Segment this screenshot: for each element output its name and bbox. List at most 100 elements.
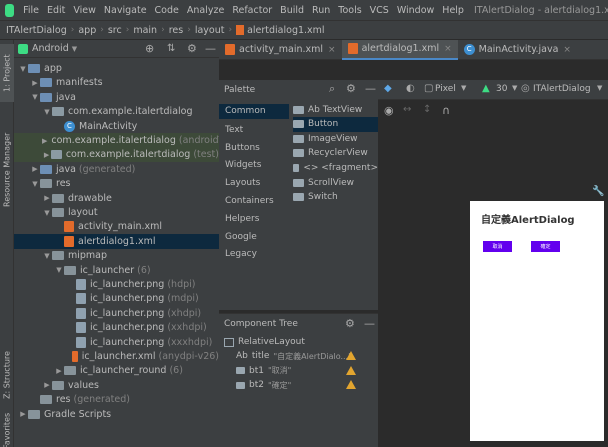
component-tree-root[interactable]: RelativeLayout <box>224 335 305 349</box>
palette-item[interactable]: Button <box>293 116 378 132</box>
crosshair-icon[interactable]: ⊕ <box>145 42 154 55</box>
close-icon[interactable]: × <box>444 44 452 54</box>
palette-category[interactable]: Widgets <box>225 160 261 170</box>
palette-item[interactable]: Switch <box>293 190 378 205</box>
menu-run[interactable]: Run <box>308 5 334 16</box>
resource-manager-tool-tab[interactable]: Resource Manager <box>0 120 14 220</box>
expand-arrow-icon[interactable]: ▼ <box>54 266 64 274</box>
tree-item[interactable]: ▼ java <box>14 90 219 105</box>
menu-navigate[interactable]: Navigate <box>100 5 151 16</box>
palette-category[interactable]: Containers <box>225 196 274 206</box>
tree-item[interactable]: ▶ Gradle Scripts <box>14 407 219 422</box>
theme-selector[interactable]: ITAlertDialog <box>533 84 591 94</box>
gear-icon[interactable]: ⚙ <box>187 42 197 55</box>
palette-category[interactable]: Google <box>225 232 257 242</box>
palette-category[interactable]: Common <box>219 104 289 119</box>
search-icon[interactable]: ⌕ <box>329 82 335 96</box>
tree-item[interactable]: ▶ com.example.italertdialog (androidTe <box>14 133 229 148</box>
tree-item[interactable]: ▶ ic_launcher_round (6) <box>14 363 219 378</box>
palette-item[interactable]: Ab TextView <box>293 102 378 117</box>
collapse-arrow-icon[interactable]: ▶ <box>54 367 64 375</box>
tree-item[interactable]: res (generated) <box>14 392 219 407</box>
tree-item[interactable]: ▶ manifests <box>14 75 219 90</box>
breadcrumb-item[interactable]: app <box>78 25 96 36</box>
menu-window[interactable]: Window <box>393 5 438 16</box>
close-icon[interactable]: × <box>563 45 571 55</box>
menu-help[interactable]: Help <box>438 5 468 16</box>
collapse-arrow-icon[interactable]: ▶ <box>30 79 40 87</box>
structure-tool-tab[interactable]: Z: Structure <box>0 345 14 405</box>
expand-arrow-icon[interactable]: ▼ <box>30 93 40 101</box>
component-tree-item[interactable]: bt2 "確定" <box>236 378 291 392</box>
gear-icon[interactable]: ⚙ <box>346 82 356 95</box>
collapse-arrow-icon[interactable]: ▶ <box>42 381 52 389</box>
breadcrumb-item[interactable]: layout <box>195 25 225 36</box>
menu-code[interactable]: Code <box>151 5 183 16</box>
collapse-arrow-icon[interactable]: ▶ <box>42 194 52 202</box>
palette-item[interactable]: ScrollView <box>293 175 378 190</box>
api-selector[interactable]: 30 <box>496 84 507 94</box>
eye-icon[interactable]: ◉ <box>384 104 394 117</box>
warning-icon[interactable] <box>346 365 356 375</box>
palette-category[interactable]: Legacy <box>225 249 257 259</box>
minimize-icon[interactable]: — <box>364 317 375 330</box>
tree-item[interactable]: ▼ res <box>14 176 219 191</box>
palette-category[interactable]: Layouts <box>225 178 260 188</box>
tree-item[interactable]: ic_launcher.png (hdpi) <box>14 277 219 292</box>
project-tool-tab[interactable]: 1: Project <box>0 44 14 102</box>
menu-edit[interactable]: Edit <box>43 5 69 16</box>
tree-item[interactable]: ▶ drawable <box>14 191 219 206</box>
expand-arrow-icon[interactable]: ▼ <box>42 209 52 217</box>
tree-item[interactable]: ▼ com.example.italertdialog <box>14 104 219 119</box>
collapse-arrow-icon[interactable]: ▶ <box>42 137 47 145</box>
collapse-arrow-icon[interactable]: ▶ <box>30 165 40 173</box>
palette-item[interactable]: RecyclerView <box>293 146 378 161</box>
tree-item[interactable]: ic_launcher.png (xxxhdpi) <box>14 335 219 350</box>
minimize-icon[interactable]: — <box>205 42 216 55</box>
tree-item[interactable]: ▼ ic_launcher (6) <box>14 263 219 278</box>
menu-refactor[interactable]: Refactor <box>228 5 276 16</box>
design-canvas[interactable]: ◉ ↔ ↕ ∩ 🔧 自定義AlertDialog 取消 確定 <box>378 100 608 447</box>
expand-arrow-icon[interactable]: ▼ <box>42 108 52 116</box>
expand-arrow-icon[interactable]: ▼ <box>30 180 40 188</box>
palette-item[interactable]: ImageView <box>293 131 378 146</box>
gear-icon[interactable]: ⚙ <box>345 317 355 330</box>
tree-item[interactable]: ic_launcher.png (xhdpi) <box>14 306 219 321</box>
device-selector[interactable]: Pixel <box>435 84 456 94</box>
tree-item[interactable]: ▶ values <box>14 378 219 393</box>
tree-item[interactable]: activity_main.xml <box>14 219 219 234</box>
layout-preview[interactable]: 自定義AlertDialog 取消 確定 <box>470 201 604 441</box>
orientation-icon[interactable]: ▢ <box>424 83 433 94</box>
cancel-button[interactable]: 取消 <box>483 241 512 252</box>
tree-item[interactable]: ▶ java (generated) <box>14 162 219 177</box>
tree-item[interactable]: alertdialog1.xml <box>14 233 219 249</box>
palette-item[interactable]: <> <fragment> <box>293 160 378 175</box>
breadcrumb-item[interactable]: ITAlertDialog <box>6 25 67 36</box>
warning-icon[interactable] <box>346 351 356 360</box>
wrench-icon[interactable]: 🔧 <box>592 186 604 197</box>
vertical-resize-icon[interactable]: ↕ <box>423 104 431 115</box>
tree-item[interactable]: C MainActivity <box>14 119 219 134</box>
collapse-all-icon[interactable]: ⇅ <box>167 43 175 54</box>
tree-item[interactable]: ic_launcher.png (xxhdpi) <box>14 320 219 335</box>
project-view-selector[interactable]: Android <box>32 43 69 54</box>
tree-item[interactable]: ic_launcher.png (mdpi) <box>14 291 219 306</box>
menu-build[interactable]: Build <box>276 5 308 16</box>
close-icon[interactable]: × <box>328 45 336 55</box>
magnet-icon[interactable]: ∩ <box>442 104 450 117</box>
warning-icon[interactable] <box>346 380 356 389</box>
tree-item[interactable]: ic_launcher.xml (anydpi-v26) <box>14 349 219 364</box>
favorites-tool-tab[interactable]: Favorites <box>0 410 14 447</box>
component-tree-item[interactable]: Ab title "自定義AlertDialo..." <box>236 349 352 363</box>
breadcrumb-item[interactable]: main <box>133 25 157 36</box>
menu-vcs[interactable]: VCS <box>366 5 393 16</box>
ok-button[interactable]: 確定 <box>531 241 560 252</box>
tree-item[interactable]: ▶ com.example.italertdialog (test) <box>14 147 219 163</box>
horizontal-resize-icon[interactable]: ↔ <box>403 104 411 115</box>
menu-file[interactable]: File <box>19 5 43 16</box>
menu-view[interactable]: View <box>69 5 100 16</box>
night-mode-icon[interactable]: ◐ <box>406 83 415 94</box>
collapse-arrow-icon[interactable]: ▶ <box>42 151 51 159</box>
tree-item[interactable]: ▼ app <box>14 61 219 76</box>
editor-tab[interactable]: alertdialog1.xml × <box>341 39 458 60</box>
